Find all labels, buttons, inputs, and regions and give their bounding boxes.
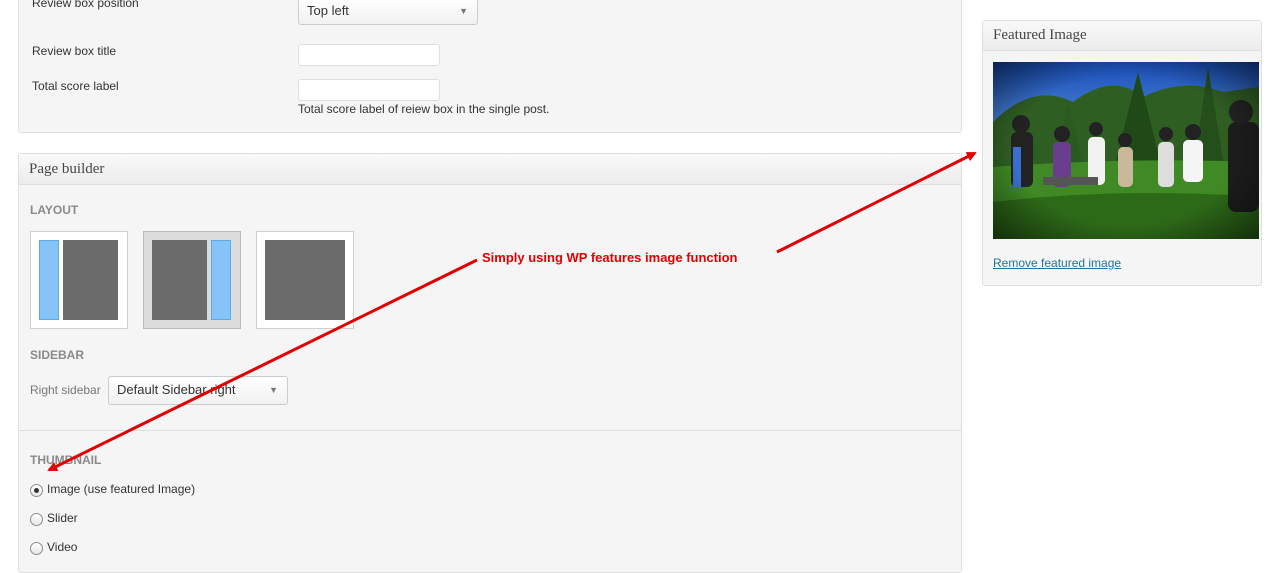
featured-photo-svg [993, 62, 1259, 239]
thumbnail-video-label: Video [47, 540, 78, 554]
annotation-text: Simply using WP features image function [482, 250, 738, 265]
sidebar-heading: SIDEBAR [30, 348, 85, 362]
review-position-select[interactable]: Top left ▼ [298, 0, 478, 25]
review-title-label: Review box title [32, 44, 117, 58]
layout-content-block [63, 240, 118, 320]
thumbnail-image-radio[interactable] [30, 484, 43, 497]
review-position-label: Review box position [32, 0, 139, 10]
right-sidebar-select[interactable]: Default Sidebar right ▼ [108, 376, 288, 405]
review-settings-box: Review box position Top left ▼ Review bo… [18, 0, 962, 133]
thumbnail-video-radio[interactable] [30, 542, 43, 555]
total-score-input[interactable] [298, 79, 440, 101]
layout-sidebar-left-option[interactable] [30, 231, 128, 329]
featured-image-title: Featured Image [983, 21, 1261, 51]
review-position-value: Top left [307, 3, 349, 18]
layout-full-width-option[interactable] [256, 231, 354, 329]
remove-featured-image-link[interactable]: Remove featured image [993, 256, 1121, 270]
page-builder-title: Page builder [19, 154, 961, 185]
featured-image-box: Featured Image Remove featured image [982, 20, 1262, 286]
thumbnail-slider-radio[interactable] [30, 513, 43, 526]
total-score-label: Total score label [32, 79, 119, 93]
chevron-down-icon: ▼ [269, 385, 278, 395]
right-sidebar-label: Right sidebar [30, 383, 101, 397]
layout-content-block [265, 240, 345, 320]
layout-sidebar-block [211, 240, 231, 320]
layout-heading: LAYOUT [30, 203, 79, 217]
radio-checked-dot [34, 488, 39, 493]
band-outdoor-photo-icon[interactable] [993, 62, 1259, 239]
thumbnail-image-label: Image (use featured Image) [47, 482, 196, 496]
review-title-input[interactable] [298, 44, 440, 66]
thumbnail-heading: THUMBNAIL [30, 453, 102, 467]
thumbnail-slider-label: Slider [47, 511, 78, 525]
chevron-down-icon: ▼ [459, 6, 468, 16]
section-divider [19, 430, 961, 431]
layout-content-block [152, 240, 207, 320]
total-score-help: Total score label of reiew box in the si… [298, 102, 550, 116]
layout-sidebar-block [39, 240, 59, 320]
page-builder-box: Page builder LAYOUT SIDEBAR Right sideba… [18, 153, 962, 573]
right-sidebar-value: Default Sidebar right [117, 382, 236, 397]
layout-sidebar-right-option[interactable] [143, 231, 241, 329]
